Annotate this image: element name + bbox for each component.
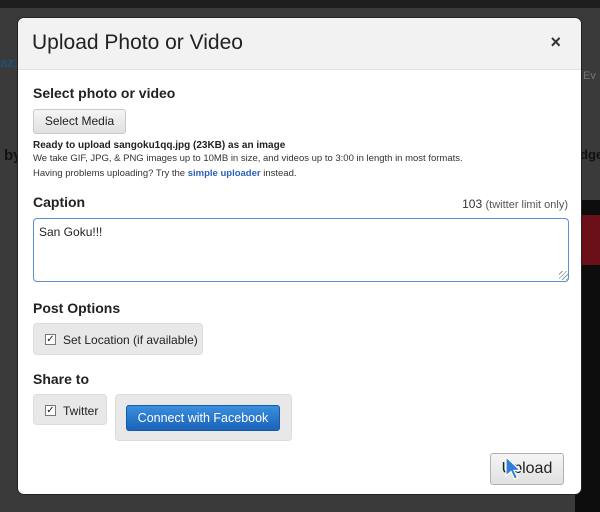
caption-input[interactable] [33, 218, 569, 282]
twitter-option[interactable]: ✓ Twitter [33, 394, 107, 425]
select-media-heading: Select photo or video [33, 85, 176, 101]
upload-dialog: Upload Photo or Video × Select photo or … [18, 18, 581, 494]
character-count: 103 (twitter limit only) [462, 197, 568, 211]
twitter-label: Twitter [63, 404, 99, 418]
uploader-help-text: Having problems uploading? Try the simpl… [33, 168, 297, 179]
help-suffix: instead. [263, 168, 297, 179]
help-prefix: Having problems uploading? Try the [33, 168, 186, 179]
set-location-label: Set Location (if available) [63, 333, 198, 347]
character-count-note: (twitter limit only) [485, 199, 568, 211]
dialog-header: Upload Photo or Video × [18, 18, 581, 70]
background-right-ev: Ev [583, 70, 596, 82]
resize-grip-icon[interactable] [559, 271, 568, 280]
dialog-title: Upload Photo or Video [32, 31, 243, 54]
set-location-option[interactable]: ✓ Set Location (if available) [33, 323, 203, 355]
mouse-pointer-icon [505, 456, 523, 480]
simple-uploader-link[interactable]: simple uploader [188, 168, 261, 179]
connect-facebook-button[interactable]: Connect with Facebook [126, 405, 280, 431]
facebook-option: Connect with Facebook [115, 394, 292, 441]
upload-button[interactable]: Upload [490, 453, 564, 485]
ready-status-text: Ready to upload sangoku1qq.jpg (23KB) as… [33, 140, 286, 151]
close-icon[interactable]: × [550, 32, 561, 52]
post-options-heading: Post Options [33, 300, 121, 316]
character-count-value: 103 [462, 197, 483, 211]
background-right-dge: dge [580, 147, 600, 162]
share-to-heading: Share to [33, 371, 90, 387]
select-media-button[interactable]: Select Media [33, 109, 126, 134]
caption-heading: Caption [33, 194, 86, 210]
background-topbar [0, 0, 600, 8]
set-location-checkbox[interactable]: ✓ [45, 334, 56, 345]
format-info-text: We take GIF, JPG, & PNG images up to 10M… [33, 153, 463, 164]
twitter-checkbox[interactable]: ✓ [45, 405, 56, 416]
